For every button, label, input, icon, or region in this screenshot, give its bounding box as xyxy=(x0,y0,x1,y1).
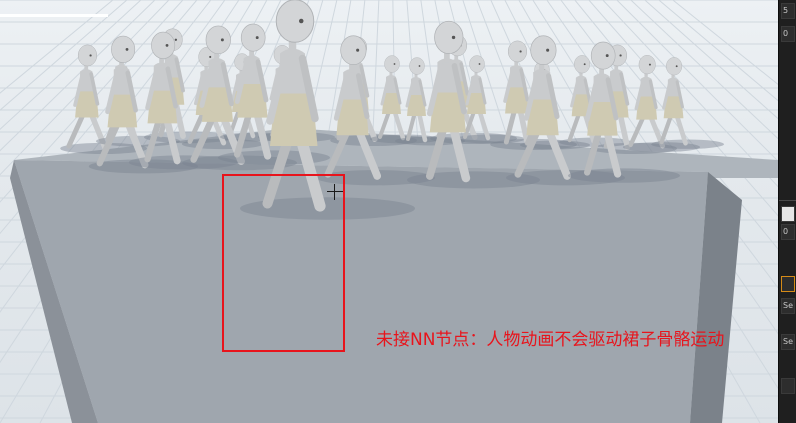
character-head xyxy=(151,31,176,59)
details-panel-strip[interactable]: 5 0 0 Se Se xyxy=(778,0,796,423)
character-eye xyxy=(648,63,651,66)
character-eye xyxy=(393,63,396,65)
character-eye xyxy=(605,54,609,58)
character-head xyxy=(384,55,400,73)
character-eye xyxy=(89,54,92,57)
panel-field-label: 0 xyxy=(783,227,789,236)
character-head xyxy=(666,57,683,76)
character-head xyxy=(240,23,266,52)
character-head xyxy=(205,25,231,55)
panel-tab-label: 5 xyxy=(783,6,789,15)
character-eye xyxy=(356,48,360,52)
panel-tab-2[interactable]: 0 xyxy=(781,26,795,42)
panel-thumbnail[interactable] xyxy=(781,276,795,292)
character-head xyxy=(275,0,315,43)
highlight-box xyxy=(222,174,345,352)
character-eye xyxy=(519,50,522,53)
character-eye xyxy=(220,38,224,42)
annotation-text: 未接NN节点：人物动画不会驱动裙子骨骼运动 xyxy=(376,330,725,350)
character xyxy=(370,55,440,144)
character-eye xyxy=(451,35,456,40)
panel-field-3[interactable] xyxy=(781,378,795,394)
panel-tab-label: 0 xyxy=(783,29,789,38)
character-head xyxy=(469,55,485,73)
character-eye xyxy=(478,63,481,65)
character-head xyxy=(507,40,528,63)
character-eye xyxy=(209,55,212,59)
panel-divider xyxy=(779,200,796,201)
character-head xyxy=(638,55,656,75)
character-eye xyxy=(583,63,586,66)
character-eye xyxy=(255,36,259,40)
character-head xyxy=(340,35,367,65)
character-head xyxy=(590,41,616,70)
editor-viewport[interactable]: 未接NN节点：人物动画不会驱动裙子骨骼运动 xyxy=(0,0,778,423)
panel-select-1[interactable]: Se xyxy=(781,298,795,314)
panel-tab-1[interactable]: 5 xyxy=(781,3,795,19)
panel-select-label: Se xyxy=(783,301,793,310)
character-eye xyxy=(174,38,178,41)
character-eye xyxy=(299,18,304,24)
panel-field-2[interactable]: 0 xyxy=(781,224,795,240)
scene-render xyxy=(10,0,778,423)
character-head xyxy=(574,55,591,74)
character-head xyxy=(77,44,98,67)
character-head xyxy=(530,35,557,65)
character-eye xyxy=(418,65,421,67)
panel-select-2[interactable]: Se xyxy=(781,334,795,350)
character-eye xyxy=(675,65,678,68)
panel-select-label: Se xyxy=(783,337,793,346)
crosshair-icon xyxy=(327,184,343,200)
character-head xyxy=(409,57,425,75)
character-head xyxy=(434,20,464,54)
viewport-progress-bar xyxy=(0,14,108,17)
character-eye xyxy=(619,54,622,57)
character-eye xyxy=(125,47,129,51)
character xyxy=(651,57,724,149)
character-eye xyxy=(546,48,550,52)
character-eye xyxy=(165,43,169,47)
character-head xyxy=(111,35,136,63)
panel-field-1[interactable] xyxy=(781,206,795,222)
